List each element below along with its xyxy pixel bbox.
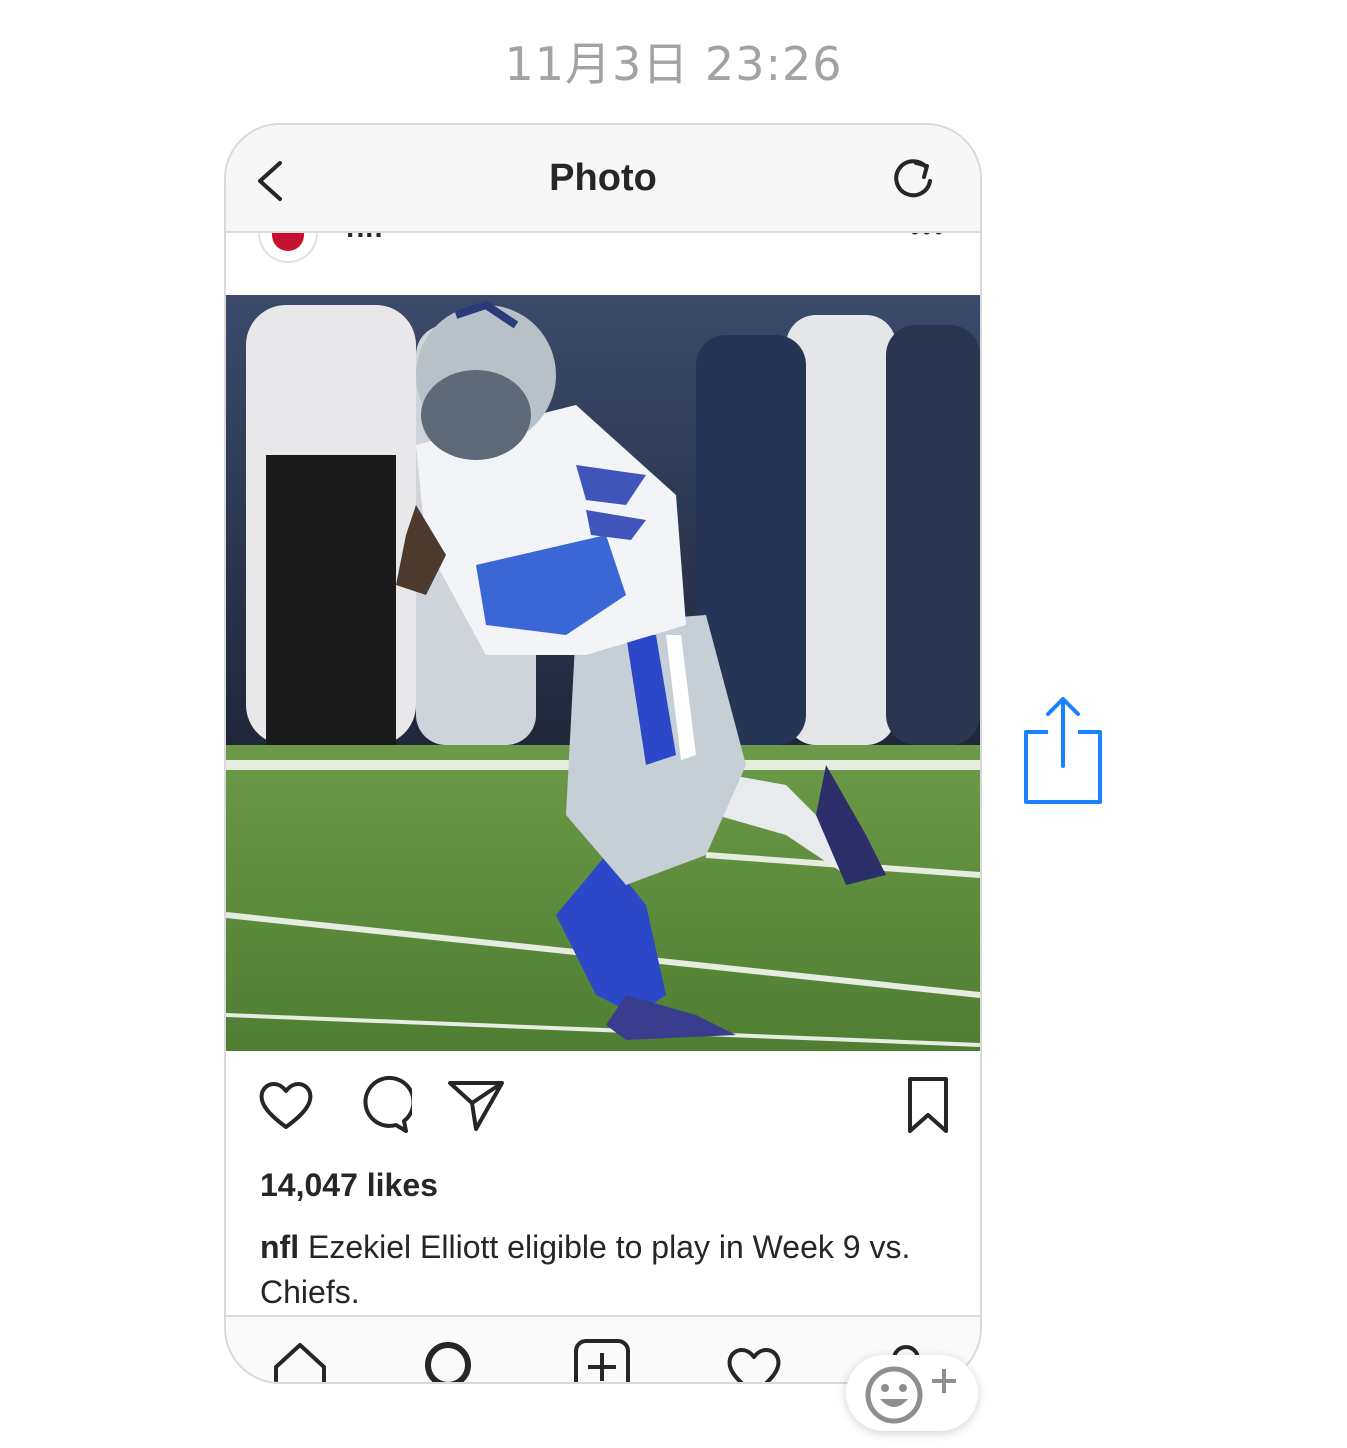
screenshot-message-bubble[interactable]: Photo nfl ••• bbox=[224, 123, 982, 1384]
post-photo[interactable] bbox=[226, 295, 980, 1051]
avatar[interactable] bbox=[258, 233, 318, 263]
post-username[interactable]: nfl bbox=[346, 233, 383, 245]
activity-icon[interactable] bbox=[724, 1337, 784, 1384]
nfl-logo-icon bbox=[272, 233, 304, 251]
home-icon[interactable] bbox=[270, 1337, 330, 1384]
post-actions bbox=[226, 1075, 980, 1145]
caption-username[interactable]: nfl bbox=[260, 1229, 299, 1265]
message-timestamp: 11月3日 23:26 bbox=[504, 37, 843, 91]
more-options-icon[interactable]: ••• bbox=[910, 233, 945, 247]
bookmark-icon[interactable] bbox=[898, 1075, 958, 1135]
comment-icon[interactable] bbox=[352, 1075, 412, 1135]
heart-icon[interactable] bbox=[256, 1075, 316, 1135]
add-reaction-button[interactable] bbox=[846, 1355, 978, 1431]
post-header: nfl ••• bbox=[226, 233, 980, 295]
caption-text: Ezekiel Elliott eligible to play in Week… bbox=[260, 1229, 911, 1310]
search-icon[interactable] bbox=[420, 1337, 480, 1384]
page-title: Photo bbox=[549, 157, 657, 199]
share-icon[interactable] bbox=[1020, 694, 1106, 808]
add-emoji-icon bbox=[865, 1366, 956, 1424]
likes-count[interactable]: 14,047 likes bbox=[260, 1167, 438, 1204]
add-icon[interactable] bbox=[572, 1337, 632, 1384]
refresh-icon[interactable] bbox=[890, 155, 938, 203]
send-icon[interactable] bbox=[446, 1075, 506, 1135]
photo-header-bar: Photo bbox=[226, 125, 980, 233]
post-caption: nfl Ezekiel Elliott eligible to play in … bbox=[260, 1225, 950, 1315]
